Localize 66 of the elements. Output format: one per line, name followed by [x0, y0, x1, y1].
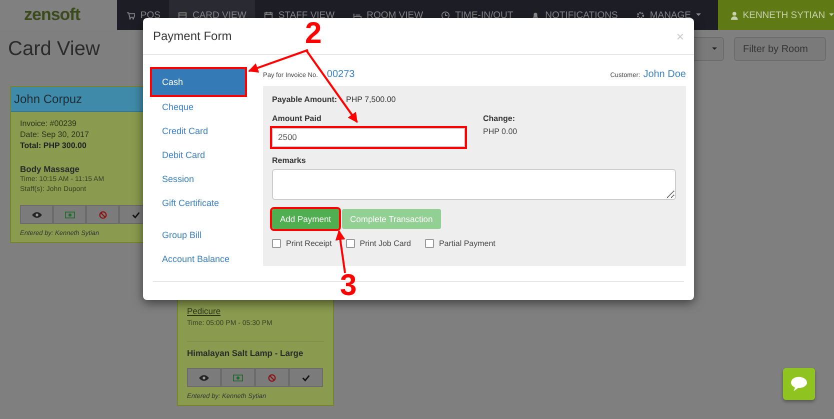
- payment-method-tab[interactable]: Group Bill: [152, 223, 245, 247]
- eye-icon: [32, 210, 42, 218]
- page-title: Card View: [8, 38, 101, 60]
- chat-button[interactable]: [783, 368, 815, 400]
- step-number: 2: [305, 20, 322, 48]
- eye-icon: [199, 374, 209, 382]
- view-button[interactable]: [187, 368, 221, 387]
- payment-method-tab[interactable]: Account Balance: [152, 247, 245, 271]
- card-info: Invoice: #00239: [20, 118, 78, 129]
- caret-icon: [696, 13, 701, 17]
- change-amount: PHP 0.00: [483, 127, 518, 136]
- annotation-arrow: [335, 230, 346, 274]
- payment-method-tab[interactable]: Credit Card: [152, 119, 245, 143]
- checkbox-label: Print Job Card: [360, 238, 411, 248]
- logo[interactable]: zensoft: [0, 0, 118, 30]
- checkbox[interactable]: [346, 238, 355, 248]
- ban-icon: [267, 374, 277, 382]
- payment-method-tab[interactable]: Session: [152, 167, 245, 191]
- money-icon: [233, 374, 243, 382]
- caret-icon: [712, 47, 717, 51]
- check-icon: [130, 210, 140, 218]
- checkbox[interactable]: [424, 238, 434, 248]
- remarks-label: Remarks: [272, 156, 307, 164]
- nav-item[interactable]: MANAGE: [626, 0, 710, 30]
- calendar-icon: [264, 10, 274, 20]
- payment-method-tab[interactable]: Debit Card: [152, 143, 245, 167]
- nav-item[interactable]: NOTIFICATIONS: [522, 0, 627, 30]
- remarks-field[interactable]: [272, 168, 676, 200]
- nav-item[interactable]: ROOM VIEW: [344, 0, 432, 30]
- user-icon: [730, 10, 739, 20]
- change-label: Change:: [483, 114, 516, 123]
- bed-icon: [352, 10, 362, 20]
- invoice-link[interactable]: 00273: [326, 69, 355, 80]
- step-number: 3: [340, 272, 357, 300]
- payable-label: Payable Amount:: [272, 95, 338, 104]
- action-button[interactable]: Add Payment: [272, 208, 340, 228]
- check-icon: [301, 374, 311, 382]
- chat-bubble-icon: [790, 376, 808, 392]
- cancel-button[interactable]: [255, 368, 289, 387]
- view-button[interactable]: [20, 205, 53, 224]
- clock-icon: [441, 10, 450, 20]
- amount-field[interactable]: 2500: [272, 128, 465, 146]
- payment-method-tab[interactable]: Cash: [152, 69, 245, 95]
- nav-item[interactable]: TIME-IN/OUT: [432, 0, 522, 30]
- checkbox-label: Partial Payment: [438, 238, 496, 248]
- payment-method-tab[interactable]: Gift Certificate: [152, 191, 245, 215]
- money-icon: [64, 210, 74, 218]
- checkbox-label: Print Receipt: [286, 238, 332, 248]
- amount-label: Amount Paid: [272, 114, 322, 123]
- checkbox[interactable]: [272, 238, 281, 248]
- filter-dropdown[interactable]: Filter by Room: [734, 37, 826, 61]
- service-link[interactable]: Pedicure: [187, 305, 221, 317]
- product-name: Himalayan Salt Lamp - Large: [187, 341, 324, 358]
- nav-item[interactable]: POS: [117, 0, 170, 30]
- dialog-title: Payment Form: [153, 29, 232, 43]
- card-total: Total: PHP 300.00: [20, 140, 88, 151]
- customer-link[interactable]: John Doe: [643, 69, 686, 80]
- payable-amount: PHP 7,500.00: [346, 95, 396, 104]
- service-name: Body Massage: [20, 163, 81, 175]
- card-info: Date: Sep 30, 2017: [20, 129, 90, 140]
- ban-icon: [98, 210, 108, 218]
- gear-icon: [636, 10, 645, 20]
- cart-icon: [126, 10, 136, 20]
- caret-icon: [829, 13, 834, 17]
- bell-icon: [531, 10, 540, 20]
- user-menu[interactable]: KENNETH SYTIAN: [718, 0, 834, 30]
